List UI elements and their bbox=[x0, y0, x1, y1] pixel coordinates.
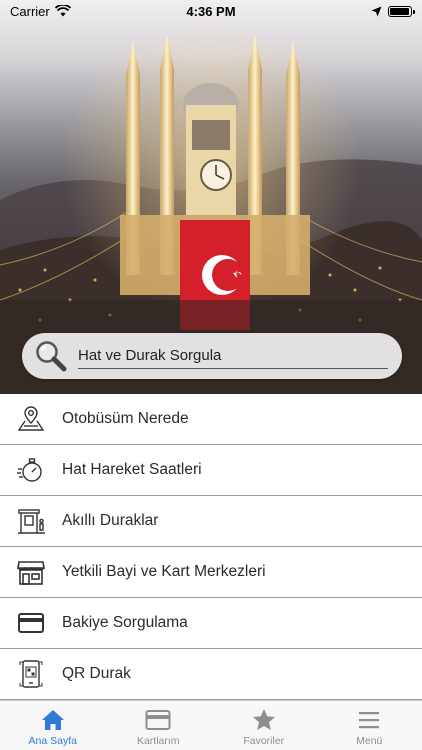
search-bar[interactable]: Hat ve Durak Sorgula bbox=[22, 333, 402, 379]
star-icon bbox=[252, 709, 275, 730]
tab-menu[interactable]: Menü bbox=[317, 701, 422, 750]
menu-item-yetkili-bayi[interactable]: Yetkili Bayi ve Kart Merkezleri bbox=[0, 547, 422, 598]
tab-label: Menü bbox=[356, 735, 383, 747]
status-left: Carrier bbox=[10, 4, 71, 19]
menu-label: Yetkili Bayi ve Kart Merkezleri bbox=[62, 563, 266, 580]
store-icon bbox=[0, 547, 62, 598]
menu-item-otobusum-nerede[interactable]: Otobüsüm Nerede bbox=[0, 394, 422, 445]
search-icon bbox=[36, 341, 67, 372]
status-time: 4:36 PM bbox=[186, 3, 236, 19]
tab-label: Ana Sayfa bbox=[28, 735, 77, 747]
menu-item-qr-durak[interactable]: QR Durak bbox=[0, 649, 422, 700]
bus-stop-icon bbox=[0, 496, 62, 547]
tab-favoriler[interactable]: Favoriler bbox=[211, 701, 317, 750]
carrier-label: Carrier bbox=[10, 3, 50, 19]
location-arrow-icon bbox=[371, 6, 382, 16]
stopwatch-icon bbox=[0, 445, 62, 496]
menu-item-akilli-duraklar[interactable]: Akıllı Duraklar bbox=[0, 496, 422, 547]
card-icon bbox=[0, 598, 62, 649]
menu-item-hat-hareket-saatleri[interactable]: Hat Hareket Saatleri bbox=[0, 445, 422, 496]
search-label: Hat ve Durak Sorgula bbox=[78, 347, 222, 364]
hamburger-icon bbox=[359, 712, 380, 729]
menu-label: Hat Hareket Saatleri bbox=[62, 461, 202, 478]
tab-kartlarim[interactable]: Kartlarım bbox=[106, 701, 212, 750]
menu-label: Otobüsüm Nerede bbox=[62, 410, 189, 427]
battery-fill bbox=[390, 7, 409, 15]
menu-label: Akıllı Duraklar bbox=[62, 512, 159, 529]
home-icon bbox=[41, 710, 64, 730]
tab-ana-sayfa[interactable]: Ana Sayfa bbox=[0, 701, 106, 750]
menu-label: Bakiye Sorgulama bbox=[62, 614, 188, 631]
status-right bbox=[371, 5, 415, 17]
wifi-icon bbox=[54, 5, 71, 17]
map-pin-icon bbox=[0, 394, 62, 445]
tab-label: Favoriler bbox=[243, 735, 285, 747]
battery-icon bbox=[388, 5, 415, 17]
menu-label: QR Durak bbox=[62, 665, 131, 682]
menu-item-bakiye-sorgulama[interactable]: Bakiye Sorgulama bbox=[0, 598, 422, 649]
card-icon bbox=[145, 710, 171, 730]
status-bar: Carrier 4:36 PM bbox=[0, 0, 422, 22]
tab-label: Kartlarım bbox=[136, 735, 180, 747]
tab-bar: Ana Sayfa Kartlarım Favoriler Menü bbox=[0, 700, 422, 750]
search-field[interactable]: Hat ve Durak Sorgula bbox=[78, 343, 388, 369]
main-menu-list: Otobüsüm Nerede Hat Hareket Saatleri Akı… bbox=[0, 394, 422, 700]
qr-phone-icon bbox=[0, 649, 62, 700]
